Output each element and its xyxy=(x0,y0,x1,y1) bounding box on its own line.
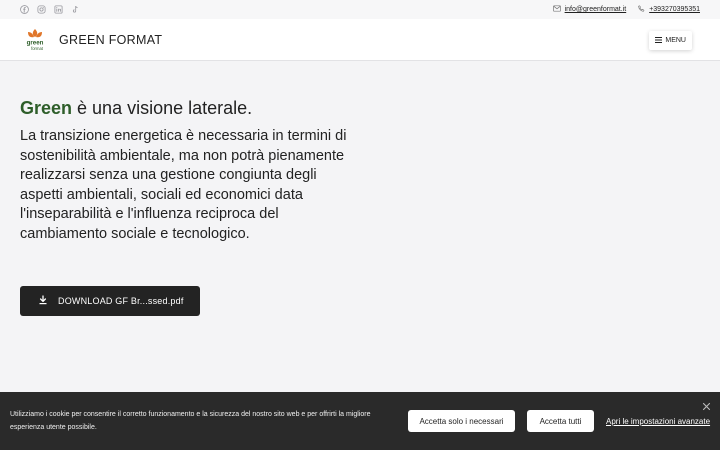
brand-name[interactable]: GREEN FORMAT xyxy=(59,33,162,47)
green-format-logo[interactable]: green format xyxy=(20,25,50,55)
download-icon xyxy=(38,295,48,307)
lead-paragraph: La transizione energetica è necessaria i… xyxy=(20,128,347,242)
svg-text:format: format xyxy=(31,46,44,51)
page-title: Green è una visione laterale. xyxy=(20,96,360,120)
mail-icon xyxy=(552,5,561,14)
download-button[interactable]: DOWNLOAD GF Br...ssed.pdf xyxy=(20,286,200,316)
menu-button[interactable]: MENU xyxy=(649,31,692,50)
hamburger-icon xyxy=(655,36,663,45)
tiktok-icon[interactable] xyxy=(71,5,80,14)
facebook-icon[interactable] xyxy=(20,5,29,14)
accept-necessary-button[interactable]: Accetta solo i necessari xyxy=(408,410,515,432)
close-icon[interactable] xyxy=(702,398,711,411)
contact-info: info@greenformat.it +393270395351 xyxy=(552,5,700,14)
top-contact-bar: info@greenformat.it +393270395351 xyxy=(0,0,720,19)
instagram-icon[interactable] xyxy=(37,5,46,14)
advanced-settings-link[interactable]: Apri le impostazioni avanzate xyxy=(606,417,710,426)
accept-all-button[interactable]: Accetta tutti xyxy=(527,410,594,432)
headline-accent: Green xyxy=(20,98,73,118)
site-header: green format GREEN FORMAT MENU xyxy=(0,19,720,61)
linkedin-icon[interactable] xyxy=(54,5,63,14)
email-link[interactable]: info@greenformat.it xyxy=(565,6,627,13)
social-links xyxy=(20,5,80,14)
hero-section: Green è una visione laterale. La transiz… xyxy=(20,96,360,316)
cookie-text: Utilizziamo i cookie per consentire il c… xyxy=(10,411,371,431)
phone-link[interactable]: +393270395351 xyxy=(649,6,700,13)
cookie-banner: Utilizziamo i cookie per consentire il c… xyxy=(0,392,720,450)
download-label: DOWNLOAD GF Br...ssed.pdf xyxy=(58,296,184,306)
menu-label: MENU xyxy=(665,37,686,44)
headline-rest: è una visione laterale. xyxy=(72,98,253,118)
phone-icon xyxy=(638,5,645,14)
